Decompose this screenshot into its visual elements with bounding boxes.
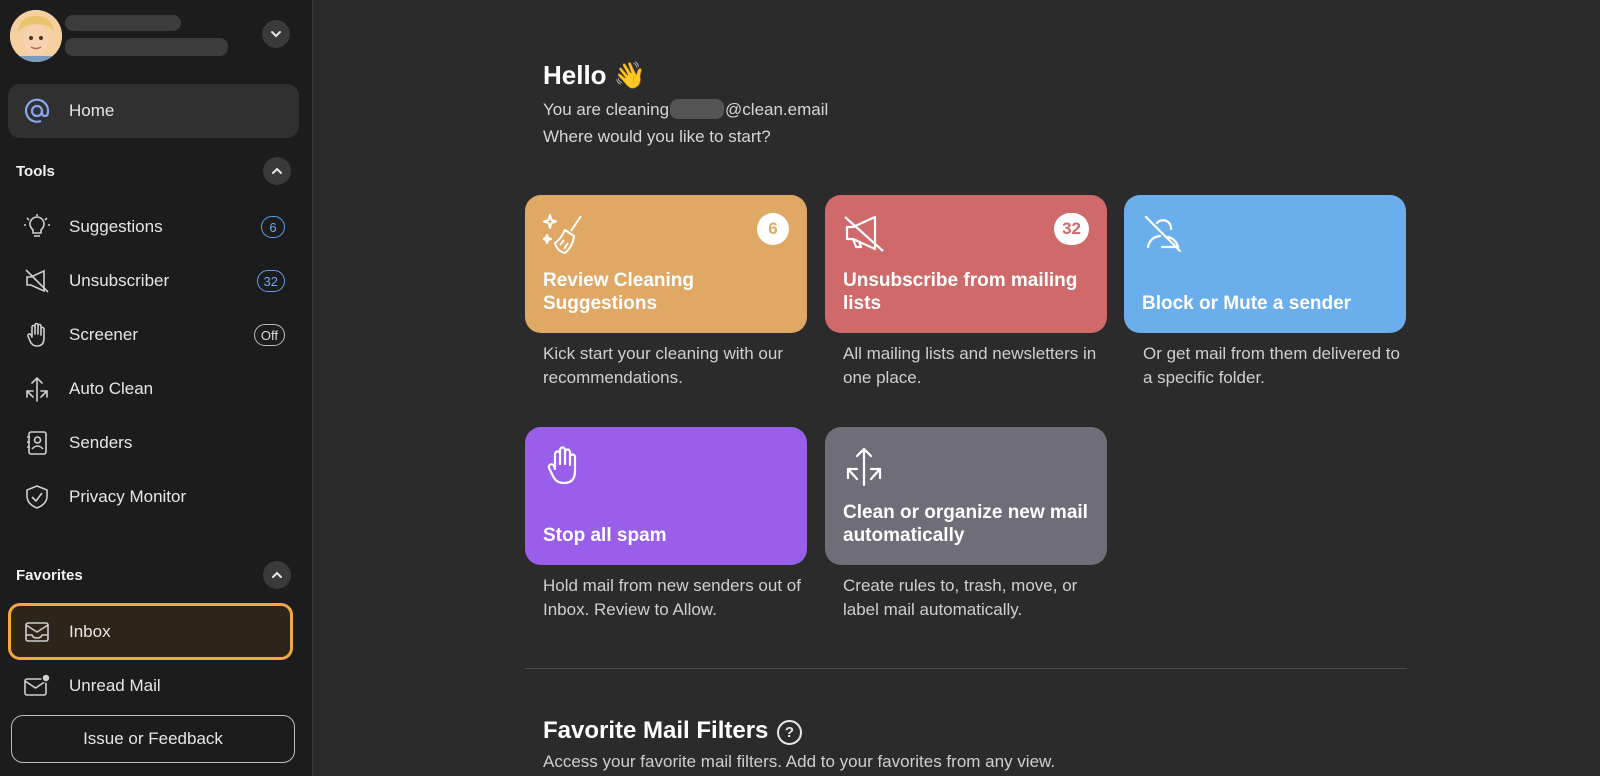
favorites-heading: Favorites: [16, 567, 83, 584]
person-off-icon: [1142, 213, 1184, 255]
card-stop-all-spam[interactable]: Stop all spam: [525, 427, 807, 565]
megaphone-off-icon: [843, 213, 885, 255]
card-title: Review Cleaning Suggestions: [543, 270, 694, 314]
sidebar-item-label: Unsubscriber: [69, 271, 170, 290]
sidebar-item-home[interactable]: Home: [8, 84, 299, 138]
main-content: Hello 👋 You are cleaning @clean.email Whe…: [314, 0, 1600, 776]
help-icon[interactable]: ?: [777, 720, 802, 745]
sidebar-item-screener[interactable]: Screener Off: [8, 308, 299, 362]
megaphone-off-icon: [24, 268, 50, 294]
avatar: [10, 10, 62, 62]
screener-status-badge: Off: [253, 324, 285, 346]
sidebar-item-unread-mail[interactable]: Unread Mail: [8, 659, 299, 713]
card-review-cleaning-suggestions[interactable]: 6 Review Cleaning Suggestions: [525, 195, 807, 333]
card-auto-clean-organize[interactable]: Clean or organize new mail automatically: [825, 427, 1107, 565]
card-description: Hold mail from new senders out of Inbox.…: [543, 576, 801, 619]
cleaning-domain: @clean.email: [725, 100, 829, 119]
chevron-down-icon: [271, 31, 281, 38]
account-menu-button[interactable]: [262, 20, 290, 48]
section-divider: [525, 668, 1407, 669]
hand-stop-icon: [543, 445, 585, 487]
inbox-tray-icon: [24, 619, 50, 645]
lightbulb-icon: [24, 214, 50, 240]
favorite-filters-description: Access your favorite mail filters. Add t…: [543, 752, 1056, 771]
sidebar-item-label: Screener: [69, 325, 138, 344]
sidebar-item-unsubscriber[interactable]: Unsubscriber 32: [8, 254, 299, 308]
card-title: Block or Mute a sender: [1142, 293, 1352, 314]
sidebar-item-inbox[interactable]: Inbox: [8, 603, 293, 660]
contact-book-icon: [24, 430, 50, 456]
sidebar-item-label: Home: [69, 101, 115, 120]
unread-envelope-icon: [24, 673, 50, 699]
sidebar-item-senders[interactable]: Senders: [8, 416, 299, 470]
card-description: Kick start your cleaning with our recomm…: [543, 344, 783, 387]
card-description: All mailing lists and newsletters in one…: [843, 344, 1097, 387]
sidebar-item-privacy-monitor[interactable]: Privacy Monitor: [8, 470, 299, 524]
split-arrows-icon: [24, 376, 50, 402]
sidebar-item-suggestions[interactable]: Suggestions 6: [8, 200, 299, 254]
card-title: Stop all spam: [543, 525, 667, 546]
at-sign-icon: [24, 98, 50, 124]
suggestions-count-badge: 6: [261, 216, 285, 238]
sidebar: Home Tools Suggestions 6 Unsubscriber 32…: [0, 0, 313, 776]
chevron-up-icon: [272, 571, 282, 578]
card-title: Clean or organize new mail automatically: [843, 502, 1088, 546]
unsubscriber-count-badge: 32: [256, 270, 285, 292]
shield-check-icon: [24, 484, 50, 510]
card-block-mute-sender[interactable]: Block or Mute a sender: [1124, 195, 1406, 333]
sidebar-item-auto-clean[interactable]: Auto Clean: [8, 362, 299, 416]
sidebar-item-label: Suggestions: [69, 217, 163, 236]
cleaning-account-line: You are cleaning @clean.email: [543, 99, 828, 120]
issue-feedback-button[interactable]: Issue or Feedback: [11, 715, 295, 763]
split-arrows-icon: [843, 445, 885, 487]
sidebar-item-label: Senders: [69, 433, 133, 452]
unsubscribe-count-badge: 32: [1054, 213, 1089, 245]
redacted-username: [670, 99, 725, 119]
card-unsubscribe-mailing-lists[interactable]: 32 Unsubscribe from mailing lists: [825, 195, 1107, 333]
tools-heading: Tools: [16, 163, 55, 180]
sidebar-item-label: Auto Clean: [69, 379, 154, 398]
cleaning-prefix: You are cleaning: [543, 100, 670, 119]
sparkle-broom-icon: [543, 213, 585, 255]
favorite-filters-title: Favorite Mail Filters: [543, 717, 769, 744]
chevron-up-icon: [272, 167, 282, 174]
favorites-collapse-button[interactable]: [263, 561, 291, 589]
card-description: Create rules to, trash, move, or label m…: [843, 576, 1078, 619]
sidebar-item-label: Inbox: [69, 621, 111, 641]
tools-collapse-button[interactable]: [263, 157, 291, 185]
account-name-redacted: [65, 15, 181, 31]
sidebar-item-label: Privacy Monitor: [69, 487, 187, 506]
card-title: Unsubscribe from mailing lists: [843, 270, 1078, 314]
account-switcher[interactable]: [10, 10, 303, 64]
account-email-redacted: [65, 38, 228, 56]
suggestions-count-badge: 6: [757, 213, 789, 245]
card-description: Or get mail from them delivered to a spe…: [1143, 344, 1400, 387]
sidebar-item-label: Unread Mail: [69, 676, 161, 695]
hand-icon: [24, 322, 50, 348]
greeting-heading: Hello 👋: [543, 60, 647, 90]
start-prompt: Where would you like to start?: [543, 127, 771, 146]
